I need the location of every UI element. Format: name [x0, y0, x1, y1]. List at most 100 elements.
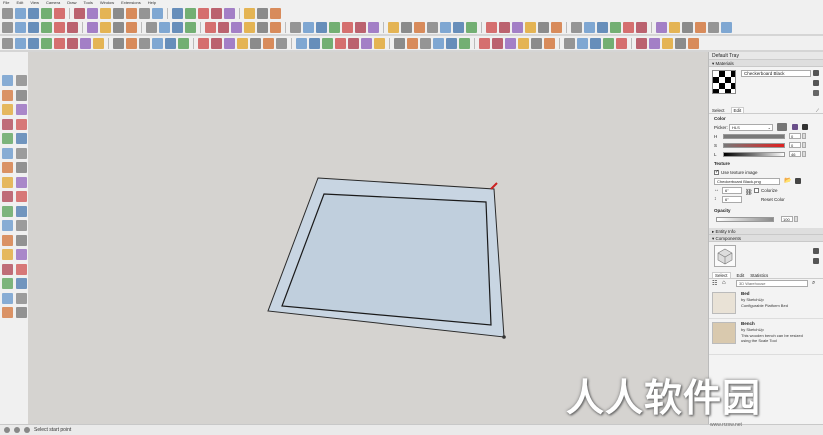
- text-icon[interactable]: [218, 21, 229, 33]
- arc-tool-icon[interactable]: [2, 147, 13, 159]
- circle-tool-icon[interactable]: [2, 133, 13, 144]
- solid-icon[interactable]: [322, 37, 333, 49]
- components-search-input[interactable]: 3D Warehouse: [736, 280, 808, 287]
- style-icon[interactable]: [257, 21, 268, 33]
- offset-icon[interactable]: [126, 21, 137, 33]
- left-icon[interactable]: [178, 37, 189, 49]
- union-icon[interactable]: [688, 37, 699, 49]
- fog-icon[interactable]: [623, 21, 634, 33]
- polygon-tool-icon[interactable]: [16, 133, 27, 144]
- paint-icon[interactable]: [152, 7, 163, 19]
- entity-info-header[interactable]: ▸ Entity Info: [709, 228, 823, 235]
- home-icon[interactable]: ⌂: [722, 280, 726, 286]
- tape-tool-icon[interactable]: [2, 205, 13, 217]
- materials-header[interactable]: ▾ Materials: [709, 60, 823, 67]
- front-icon[interactable]: [492, 37, 503, 49]
- stamp-icon[interactable]: [407, 37, 418, 49]
- scale-icon[interactable]: [172, 21, 183, 33]
- picker-select[interactable]: HLS ⌄: [729, 124, 773, 131]
- position-camera-tool-icon[interactable]: [2, 292, 13, 304]
- rotate-icon[interactable]: [499, 21, 510, 33]
- select-tool-icon[interactable]: [2, 75, 13, 86]
- pie-tool-icon[interactable]: [16, 147, 27, 159]
- sample-paint-icon[interactable]: ⟋: [816, 108, 819, 113]
- shaded-icon[interactable]: [590, 37, 601, 49]
- material-swatch[interactable]: [712, 70, 736, 94]
- freehand-icon[interactable]: [67, 21, 78, 33]
- arc-icon[interactable]: [682, 21, 693, 33]
- monochrome-icon[interactable]: [263, 37, 274, 49]
- warehouse-icon[interactable]: [224, 7, 235, 19]
- component-item[interactable]: Bed by SketchUp Configurable Platform Be…: [709, 289, 823, 319]
- texture-width-field[interactable]: 6": [722, 187, 742, 194]
- erase-icon[interactable]: [87, 7, 98, 19]
- wireframe-icon[interactable]: [211, 37, 222, 49]
- colorize-checkbox[interactable]: [754, 188, 759, 193]
- print-icon[interactable]: [126, 7, 137, 19]
- scene-icon[interactable]: [316, 21, 327, 33]
- from-contours-icon[interactable]: [361, 37, 372, 49]
- pan-tool-icon[interactable]: [16, 249, 27, 260]
- follow-me-icon[interactable]: [113, 21, 124, 33]
- rotated-rect-tool-icon[interactable]: [16, 118, 27, 130]
- hidden-line-icon[interactable]: [224, 37, 235, 49]
- axes-tool-icon[interactable]: [2, 234, 13, 246]
- components-header[interactable]: ▾ Components: [709, 235, 823, 242]
- s-value[interactable]: 0: [789, 142, 801, 148]
- 3d-text-tool-icon[interactable]: [16, 234, 27, 246]
- look-around-tool-icon[interactable]: [2, 307, 13, 318]
- pie-icon[interactable]: [355, 21, 366, 33]
- undo-icon[interactable]: [100, 7, 111, 19]
- rectangle-icon[interactable]: [28, 21, 39, 33]
- line-icon[interactable]: [87, 21, 98, 33]
- tab-edit[interactable]: Edit: [730, 107, 745, 113]
- paint-tool-icon[interactable]: [2, 89, 13, 101]
- circle-icon[interactable]: [41, 21, 52, 33]
- textured-icon[interactable]: [603, 37, 614, 49]
- stop-icon[interactable]: [296, 37, 307, 49]
- from-scratch-icon[interactable]: [28, 37, 39, 49]
- redo-icon[interactable]: [113, 7, 124, 19]
- drape-icon[interactable]: [67, 37, 78, 49]
- material-name-field[interactable]: Checkerboard Black: [741, 70, 811, 77]
- h-value[interactable]: 0: [789, 133, 801, 139]
- follow-me-icon[interactable]: [453, 21, 464, 33]
- zoom-extents-tool-icon[interactable]: [2, 278, 13, 289]
- add-detail-icon[interactable]: [433, 37, 444, 49]
- play-icon[interactable]: [276, 37, 287, 49]
- union-icon[interactable]: [335, 37, 346, 49]
- reset-color-button[interactable]: Reset Color: [761, 197, 785, 202]
- l-value[interactable]: 46: [789, 151, 801, 157]
- back-icon[interactable]: [165, 37, 176, 49]
- pan-icon[interactable]: [185, 7, 196, 19]
- rectangle-tool-icon[interactable]: [2, 118, 13, 130]
- extension-icon[interactable]: [244, 7, 255, 19]
- section-plane-tool-icon[interactable]: [16, 307, 27, 318]
- offset-tool-icon[interactable]: [16, 191, 27, 202]
- section-icon[interactable]: [244, 21, 255, 33]
- polygon-icon[interactable]: [54, 21, 65, 33]
- xray-icon[interactable]: [544, 37, 555, 49]
- link-aspect-icon[interactable]: ⛓: [745, 189, 753, 196]
- monochrome-icon[interactable]: [616, 37, 627, 49]
- protractor-icon[interactable]: [205, 21, 216, 33]
- section-icon[interactable]: [584, 21, 595, 33]
- browse-folder-icon[interactable]: 📂: [784, 177, 791, 184]
- top-icon[interactable]: [126, 37, 137, 49]
- zoom-tool-icon[interactable]: [2, 263, 13, 275]
- match-screen-color-icon[interactable]: [802, 124, 808, 130]
- l-slider[interactable]: [723, 152, 785, 157]
- orbit-tool-icon[interactable]: [2, 249, 13, 260]
- scene-icon[interactable]: [656, 21, 667, 33]
- opacity-spinner[interactable]: [794, 216, 798, 222]
- layer-icon[interactable]: [303, 21, 314, 33]
- ruby-icon[interactable]: [257, 7, 268, 19]
- front-icon[interactable]: [139, 37, 150, 49]
- layer-icon[interactable]: [636, 21, 647, 33]
- tab-select[interactable]: Select: [712, 108, 725, 113]
- push-pull-icon[interactable]: [100, 21, 111, 33]
- shadow-icon[interactable]: [270, 21, 281, 33]
- iso-icon[interactable]: [113, 37, 124, 49]
- opacity-value[interactable]: 100: [781, 216, 793, 222]
- l-spinner[interactable]: [802, 151, 806, 157]
